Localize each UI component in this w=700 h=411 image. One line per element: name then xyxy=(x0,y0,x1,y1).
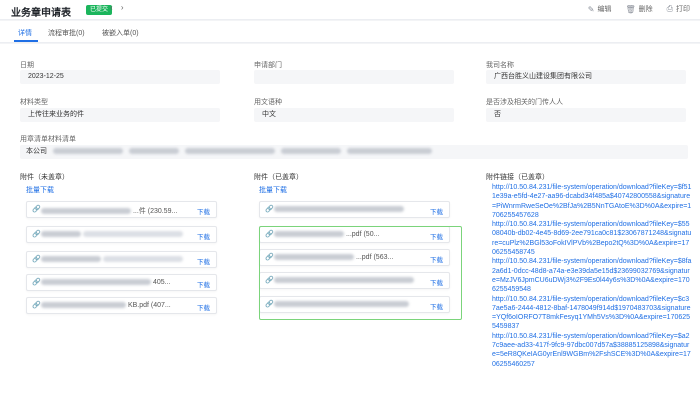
paperclip-icon: 🔗 xyxy=(32,231,41,238)
print-icon: ⎙ xyxy=(666,4,673,13)
seal-list-label: 用章清单材料清单 xyxy=(20,136,76,143)
sealed-attachments-title: 附件（已盖章） xyxy=(254,174,303,181)
edit-button[interactable]: ✎ 编辑 xyxy=(588,4,612,14)
related-person-label: 是否涉及相关的门传人人 xyxy=(486,99,563,106)
attachment-link[interactable]: http://10.50.84.231/file-system/operatio… xyxy=(492,332,692,369)
unsealed-file-row: 🔗 KB.pdf (407... 下载 xyxy=(26,297,217,314)
print-button[interactable]: ⎙ 打印 xyxy=(667,4,690,14)
language-field: 中文 xyxy=(254,108,454,122)
company-field: 广西台胜义山建设集团有限公司 xyxy=(486,70,686,84)
status-badge: 已提交 xyxy=(86,5,113,15)
download-link[interactable]: 下载 xyxy=(197,256,210,266)
download-link[interactable]: 下载 xyxy=(197,231,210,241)
material-type-field: 上传往来业务的件 xyxy=(20,108,220,122)
record-nav-arrows[interactable]: ‹ › xyxy=(110,3,127,12)
paperclip-icon: 🔗 xyxy=(32,206,41,213)
unsealed-file-row: 🔗 下载 xyxy=(26,251,217,268)
download-link[interactable]: 下载 xyxy=(197,302,210,312)
page-header: 业务章申请表 已提交 ‹ › ✎ 编辑 🗑 删除 ⎙ 打印 xyxy=(0,0,700,20)
company-label: 我司名称 xyxy=(486,62,514,69)
date-label: 日期 xyxy=(20,62,34,69)
toolbar: ✎ 编辑 🗑 删除 ⎙ 打印 xyxy=(588,4,690,14)
material-type-label: 材料类型 xyxy=(20,99,48,106)
tab-approval-flow[interactable]: 流程审批(0) xyxy=(48,28,85,38)
unsealed-file-row: 🔗 下载 xyxy=(26,226,217,243)
download-link[interactable]: 下载 xyxy=(197,206,210,216)
delete-button[interactable]: 🗑 删除 xyxy=(625,4,652,14)
unsealed-attachments-title: 附件（未盖章） xyxy=(20,174,69,181)
attachment-links-list: http://10.50.84.231/file-system/operatio… xyxy=(492,183,692,369)
download-link[interactable]: 下载 xyxy=(430,206,443,216)
unsealed-file-row: 🔗 ...件 (230.59... 下载 xyxy=(26,201,217,218)
paperclip-icon: 🔗 xyxy=(32,302,41,309)
active-tab-indicator xyxy=(14,40,38,42)
tab-details[interactable]: 详情 xyxy=(18,28,32,38)
seal-list-field: 本公司 xyxy=(20,145,688,159)
tab-bar: 详情 流程审批(0) 被嵌入单(0) xyxy=(0,21,700,43)
language-label: 用文语种 xyxy=(254,99,282,106)
attachment-link[interactable]: http://10.50.84.231/file-system/operatio… xyxy=(492,220,692,257)
attachment-links-title: 附件链接（已盖章） xyxy=(486,174,549,181)
delete-icon: 🗑 xyxy=(625,4,636,14)
unsealed-file-row: 🔗 405... 下载 xyxy=(26,274,217,291)
tab-embedded-forms[interactable]: 被嵌入单(0) xyxy=(102,28,139,38)
edit-icon: ✎ xyxy=(587,4,595,14)
attachment-link[interactable]: http://10.50.84.231/file-system/operatio… xyxy=(492,257,692,294)
download-link[interactable]: 下载 xyxy=(197,279,210,289)
dept-field xyxy=(254,70,454,84)
sealed-batch-download-link[interactable]: 批量下载 xyxy=(259,185,287,195)
highlight-box xyxy=(259,226,462,320)
sealed-file-row: 🔗 下载 xyxy=(259,201,450,218)
unsealed-batch-download-link[interactable]: 批量下载 xyxy=(26,185,54,195)
dept-label: 申请部门 xyxy=(254,62,282,69)
paperclip-icon: 🔗 xyxy=(265,206,274,213)
date-field: 2023-12-25 xyxy=(20,70,220,84)
paperclip-icon: 🔗 xyxy=(32,256,41,263)
page-title: 业务章申请表 xyxy=(11,8,71,19)
attachment-link[interactable]: http://10.50.84.231/file-system/operatio… xyxy=(492,295,692,332)
paperclip-icon: 🔗 xyxy=(32,279,41,286)
related-person-field: 否 xyxy=(486,108,686,122)
attachment-link[interactable]: http://10.50.84.231/file-system/operatio… xyxy=(492,183,692,220)
